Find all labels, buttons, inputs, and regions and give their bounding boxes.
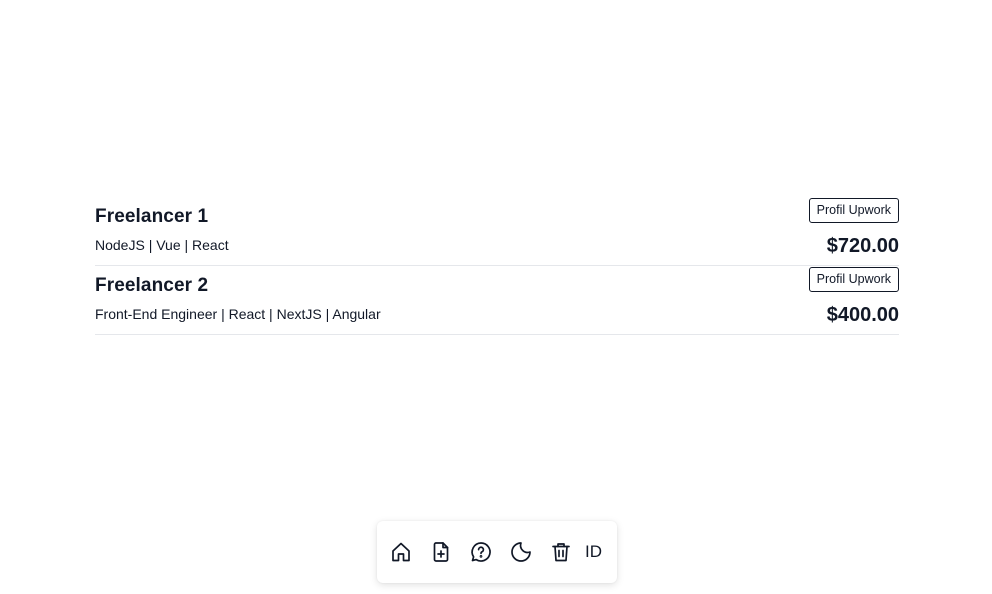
freelancer-skills: Front-End Engineer | React | NextJS | An…: [95, 306, 381, 322]
trash-icon[interactable]: [549, 540, 573, 564]
file-plus-icon[interactable]: [429, 540, 453, 564]
profile-upwork-button[interactable]: Profil Upwork: [808, 267, 899, 292]
moon-icon[interactable]: [509, 540, 533, 564]
freelancer-name: Freelancer 2: [95, 275, 209, 296]
freelancer-price: $720.00: [826, 235, 899, 257]
bottom-dock: ID: [377, 521, 617, 583]
freelancer-skills: NodeJS | Vue | React: [95, 237, 229, 253]
freelancer-price: $400.00: [826, 304, 899, 326]
freelancer-item: Freelancer 2 Front-End Engineer | React …: [95, 266, 899, 335]
home-icon[interactable]: [389, 540, 413, 564]
freelancer-item: Freelancer 1 NodeJS | Vue | React Profil…: [95, 197, 899, 266]
freelancer-name: Freelancer 1: [95, 206, 209, 227]
freelancer-list: Freelancer 1 NodeJS | Vue | React Profil…: [95, 197, 899, 335]
language-toggle[interactable]: ID: [585, 542, 602, 562]
page: Freelancer 1 NodeJS | Vue | React Profil…: [0, 0, 992, 594]
profile-upwork-button[interactable]: Profil Upwork: [808, 198, 899, 223]
help-chat-icon[interactable]: [469, 540, 493, 564]
